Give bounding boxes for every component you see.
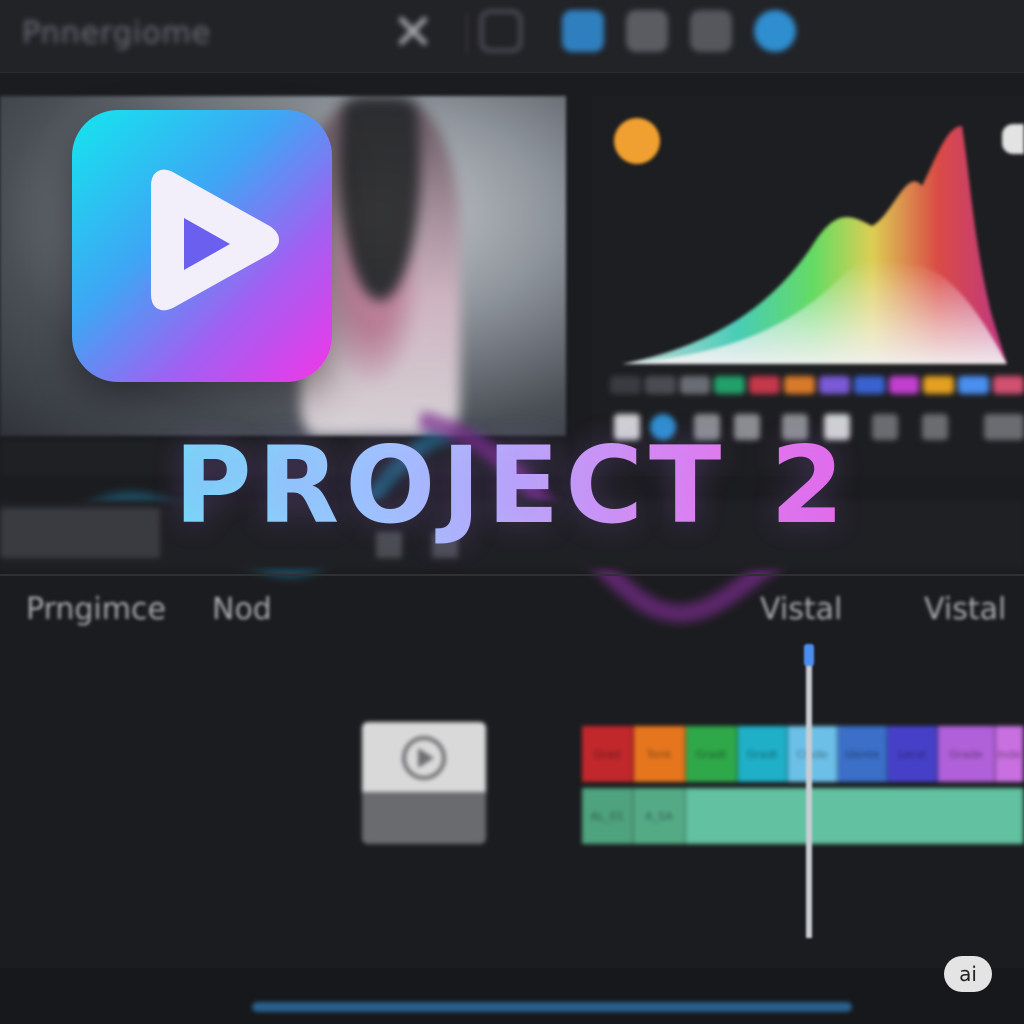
play-icon bbox=[402, 736, 446, 780]
playhead[interactable] bbox=[806, 646, 812, 938]
video-track[interactable]: Grad Tonk Gradt Gradt Clode Idente Lecal Grade I… bbox=[582, 726, 1024, 782]
top-toolbar: Pnnergiome bbox=[0, 0, 1024, 73]
playhead-handle[interactable] bbox=[804, 644, 814, 666]
color-swatch[interactable] bbox=[993, 376, 1024, 394]
video-clip[interactable]: Gradt bbox=[738, 726, 788, 782]
color-swatch[interactable] bbox=[679, 376, 711, 394]
color-swatch[interactable] bbox=[610, 376, 641, 394]
color-swatch[interactable] bbox=[888, 376, 920, 394]
track-label: Prngimce bbox=[26, 592, 166, 627]
crop-icon[interactable] bbox=[480, 10, 522, 52]
scissors-icon[interactable] bbox=[392, 10, 434, 52]
timeline-scrollbar[interactable] bbox=[252, 1002, 852, 1012]
color-swatch[interactable] bbox=[749, 376, 781, 394]
color-swatch[interactable] bbox=[853, 376, 885, 394]
color-swatch[interactable] bbox=[784, 376, 815, 394]
clip-thumbnail[interactable] bbox=[362, 722, 486, 844]
video-clip[interactable]: Idente bbox=[838, 726, 888, 782]
color-swatch[interactable] bbox=[714, 376, 746, 394]
export-icon[interactable] bbox=[754, 10, 796, 52]
grid-icon[interactable] bbox=[626, 10, 668, 52]
audio-clip[interactable]: AL_01 bbox=[582, 788, 634, 844]
track-label: Nod bbox=[212, 592, 272, 627]
video-clip[interactable]: Tonk bbox=[634, 726, 686, 782]
project-title: PROJECT 2 bbox=[0, 424, 1024, 547]
video-clip[interactable]: Grade bbox=[938, 726, 996, 782]
play-icon bbox=[151, 169, 279, 311]
video-clip[interactable]: Inde bbox=[996, 726, 1024, 782]
histogram bbox=[622, 126, 1007, 364]
video-clip[interactable]: Clode bbox=[788, 726, 838, 782]
bottom-bar bbox=[0, 968, 1024, 1024]
track-label: Vistal bbox=[760, 592, 843, 627]
ai-badge: ai bbox=[944, 956, 992, 992]
panel-divider bbox=[0, 574, 1024, 576]
color-swatch[interactable] bbox=[923, 376, 955, 394]
media-icon[interactable] bbox=[562, 10, 604, 52]
color-swatch[interactable] bbox=[818, 376, 850, 394]
app-logo bbox=[72, 110, 332, 382]
video-clip[interactable]: Lecal bbox=[888, 726, 938, 782]
toolbar-divider bbox=[466, 14, 468, 54]
video-clip[interactable]: Gradt bbox=[686, 726, 738, 782]
color-swatch[interactable] bbox=[958, 376, 990, 394]
audio-clip[interactable] bbox=[686, 788, 1024, 844]
layers-icon[interactable] bbox=[690, 10, 732, 52]
app-name: Pnnergiome bbox=[22, 16, 212, 51]
track-label: Vistal bbox=[924, 592, 1007, 627]
audio-clip[interactable]: A_SA bbox=[634, 788, 686, 844]
color-swatch-row bbox=[610, 376, 1024, 394]
audio-track[interactable]: AL_01 A_SA bbox=[582, 788, 1024, 844]
color-swatch[interactable] bbox=[644, 376, 676, 394]
video-clip[interactable]: Grad bbox=[582, 726, 634, 782]
